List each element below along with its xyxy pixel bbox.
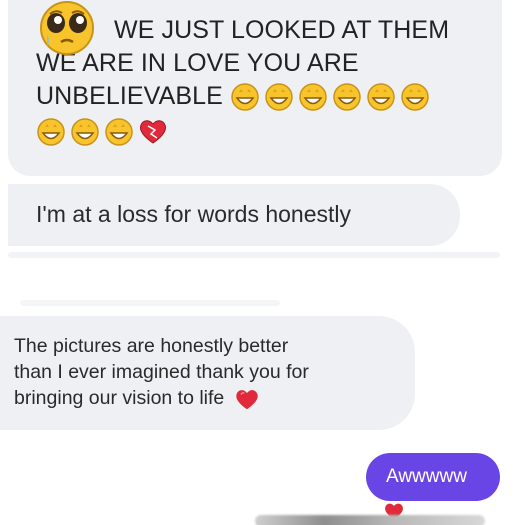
- star-struck-icon: [105, 118, 133, 147]
- star-struck-icon: [299, 83, 327, 112]
- received-message-bubble[interactable]: The pictures are honestly better than I …: [0, 316, 415, 430]
- message-line: UNBELIEVABLE: [36, 82, 223, 110]
- star-struck-icon: [367, 83, 395, 112]
- emoji-row: [36, 117, 168, 147]
- received-message-bubble[interactable]: I'm at a loss for words honestly: [8, 184, 460, 246]
- blurred-image-edge: [255, 515, 485, 525]
- message-line: than I ever imagined thank you for: [14, 361, 309, 383]
- message-line: bringing our vision to life: [14, 387, 225, 409]
- divider: [20, 300, 280, 306]
- emoji-row: [230, 82, 430, 112]
- star-struck-icon: [37, 118, 65, 147]
- heart-icon: [140, 120, 166, 145]
- sent-message-bubble[interactable]: Awwwww: [366, 453, 500, 501]
- star-struck-icon: [333, 83, 361, 112]
- message-text: Awwwww: [386, 466, 467, 487]
- pleading-face-icon: [40, 1, 94, 55]
- message-line: WE JUST LOOKED AT THEM: [114, 16, 450, 44]
- divider: [8, 252, 500, 258]
- chat-thread: WE JUST LOOKED AT THEM WE ARE IN LOVE YO…: [0, 0, 519, 525]
- message-line: The pictures are honestly better: [14, 335, 289, 357]
- star-struck-icon: [231, 83, 259, 112]
- heart-icon: [236, 390, 258, 410]
- star-struck-icon: [71, 118, 99, 147]
- message-line: WE ARE IN LOVE YOU ARE: [36, 49, 359, 77]
- star-struck-icon: [265, 83, 293, 112]
- message-text: I'm at a loss for words honestly: [36, 201, 352, 227]
- received-message-bubble[interactable]: WE JUST LOOKED AT THEM WE ARE IN LOVE YO…: [8, 0, 502, 176]
- star-struck-icon: [401, 83, 429, 112]
